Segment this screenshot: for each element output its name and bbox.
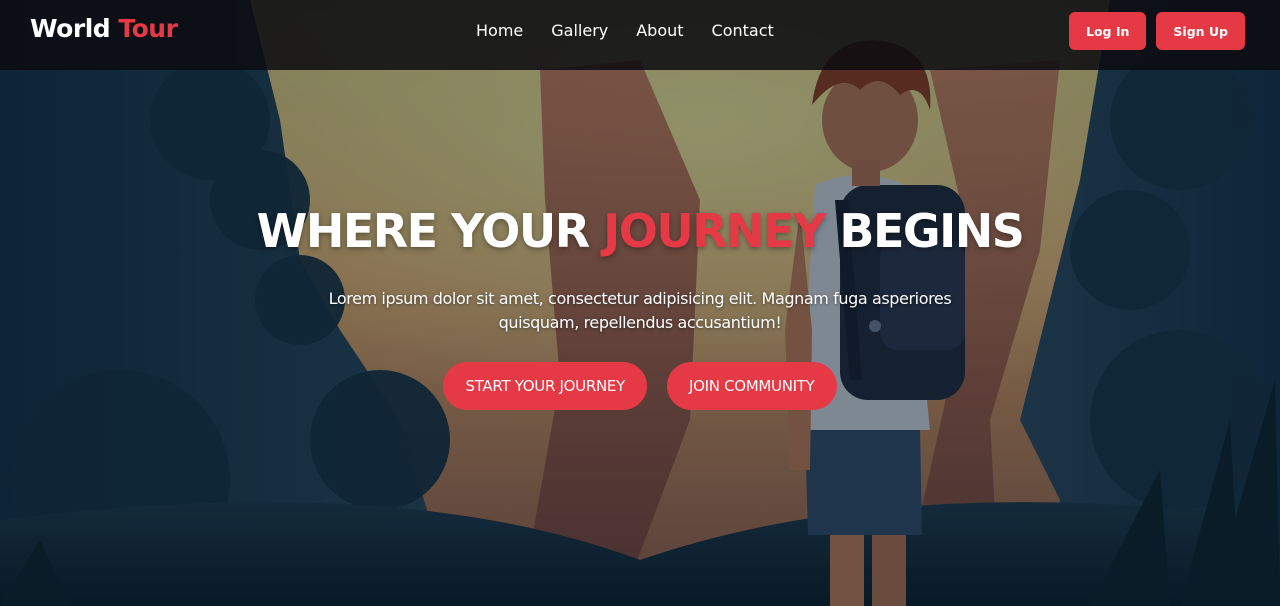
hero-title-highlight: JOURNEY: [603, 204, 826, 258]
brand-name-accent: Tour: [118, 14, 178, 43]
brand-name-primary: World: [30, 14, 111, 43]
hero-section: World Tour Home Gallery About Contact Lo…: [0, 0, 1280, 606]
hero-cta-row: START YOUR JOURNEY JOIN COMMUNITY: [0, 362, 1280, 410]
navbar: World Tour Home Gallery About Contact Lo…: [0, 0, 1280, 70]
nav-link-about[interactable]: About: [636, 21, 683, 40]
nav-link-home[interactable]: Home: [476, 21, 523, 40]
hero-title-part1: WHERE YOUR: [256, 204, 591, 258]
start-journey-button[interactable]: START YOUR JOURNEY: [443, 362, 647, 410]
main-nav: Home Gallery About Contact: [476, 21, 774, 40]
nav-link-gallery[interactable]: Gallery: [551, 21, 608, 40]
hero-title: WHERE YOUR JOURNEY BEGINS: [0, 204, 1280, 258]
login-button[interactable]: Log In: [1069, 12, 1147, 50]
join-community-button[interactable]: JOIN COMMUNITY: [666, 362, 837, 410]
auth-buttons: Log In Sign Up: [1069, 12, 1245, 50]
hero-title-part2: BEGINS: [839, 204, 1024, 258]
signup-button[interactable]: Sign Up: [1156, 12, 1245, 50]
hero-subtitle: Lorem ipsum dolor sit amet, consectetur …: [328, 289, 952, 332]
brand-logo[interactable]: World Tour: [30, 14, 178, 43]
nav-link-contact[interactable]: Contact: [712, 21, 774, 40]
